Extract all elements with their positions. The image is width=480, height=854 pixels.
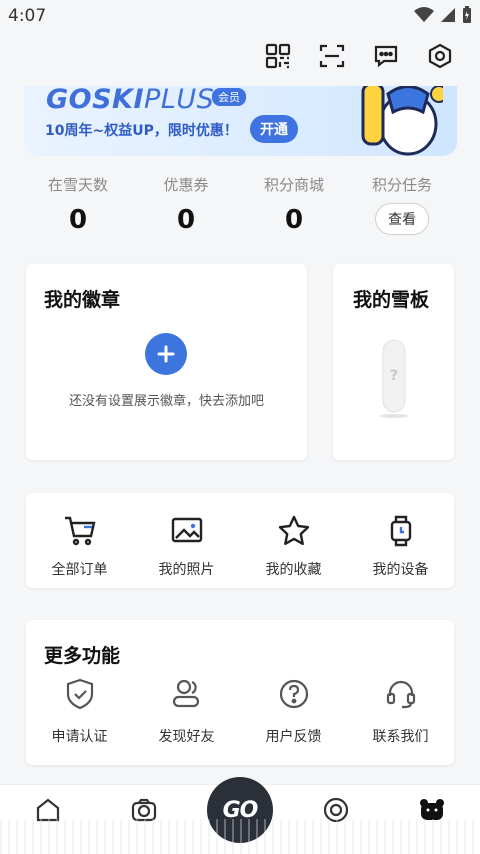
message-icon[interactable]	[372, 42, 400, 70]
stat-points-mall[interactable]: 积分商城 0	[240, 174, 348, 235]
cart-icon	[64, 516, 96, 546]
headset-icon	[386, 680, 415, 709]
more-functions-card: 更多功能 申请认证 发现好友 用户反馈 联系我们	[26, 620, 454, 765]
my-badges-card: 我的徽章 还没有设置展示徽章，快去添加吧	[26, 264, 307, 460]
my-photos-link[interactable]: 我的照片	[133, 493, 240, 588]
my-favorites-link[interactable]: 我的收藏	[240, 493, 347, 588]
contact-us-link[interactable]: 联系我们	[347, 676, 454, 746]
snowboard-title: 我的雪板	[353, 289, 430, 311]
all-orders-link[interactable]: 全部订单	[26, 493, 133, 588]
settings-icon[interactable]	[426, 42, 454, 70]
stat-coupons[interactable]: 优惠券 0	[132, 174, 240, 235]
watch-icon	[390, 515, 411, 547]
member-tag: 会员	[212, 88, 246, 106]
shield-check-icon	[66, 678, 93, 710]
friends-icon	[172, 679, 199, 708]
photo-icon	[171, 517, 202, 543]
help-icon	[279, 679, 308, 709]
view-tasks-button[interactable]: 查看	[375, 203, 429, 235]
mascot-illustration	[361, 86, 443, 156]
status-time: 4:07	[8, 6, 47, 26]
goski-plus-banner[interactable]: GOSKIPLUS 会员 10周年~权益UP，限时优惠！ 开通	[24, 86, 457, 156]
my-snowboard-card[interactable]: 我的雪板 ?	[333, 264, 454, 460]
star-icon	[278, 515, 309, 545]
status-bar: 4:07	[0, 0, 480, 34]
wifi-icon	[414, 7, 434, 22]
bottom-tabbar: GO	[0, 777, 480, 854]
find-friends-link[interactable]: 发现好友	[133, 676, 240, 746]
apply-certification-link[interactable]: 申请认证	[26, 676, 133, 746]
qr-code-icon[interactable]	[264, 42, 292, 70]
more-functions-row: 申请认证 发现好友 用户反馈 联系我们	[26, 676, 454, 746]
more-title: 更多功能	[44, 645, 121, 667]
tabbar-overlay	[0, 819, 480, 854]
add-badge-button[interactable]	[145, 333, 187, 375]
quick-links-card: 全部订单 我的照片 我的收藏 我的设备	[26, 493, 454, 588]
battery-icon	[463, 6, 471, 23]
badges-title: 我的徽章	[44, 289, 121, 311]
top-actions	[264, 42, 454, 70]
my-devices-link[interactable]: 我的设备	[347, 493, 454, 588]
banner-subtitle: 10周年~权益UP，限时优惠！	[45, 123, 238, 139]
plus-icon	[157, 345, 175, 363]
badges-empty-text: 还没有设置展示徽章，快去添加吧	[68, 394, 264, 409]
stat-snow-days[interactable]: 在雪天数 0	[24, 174, 132, 235]
stats-row: 在雪天数 0 优惠券 0 积分商城 0 积分任务 查看	[24, 174, 456, 235]
signal-icon	[441, 8, 455, 22]
status-icons	[414, 6, 472, 24]
banner-brand: GOSKIPLUS	[46, 86, 215, 115]
user-feedback-link[interactable]: 用户反馈	[240, 676, 347, 746]
open-membership-button[interactable]: 开通	[250, 115, 298, 143]
snowboard-placeholder-icon: ?	[380, 339, 408, 418]
stat-points-tasks: 积分任务 查看	[348, 174, 456, 235]
svg-text:?: ?	[390, 368, 398, 384]
scan-icon[interactable]	[318, 42, 346, 70]
